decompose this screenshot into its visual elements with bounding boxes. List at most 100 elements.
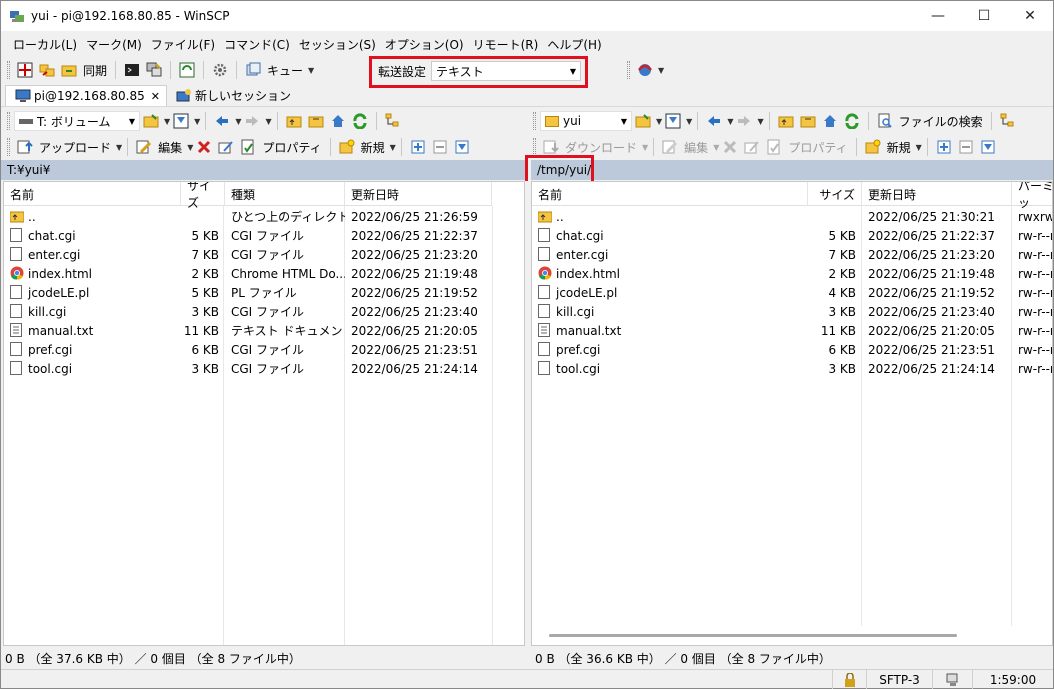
transfer-settings-select[interactable]: テキスト ▼ (431, 61, 582, 81)
local-file-row[interactable]: .. ひとつ上のディレクトリ 2022/06/25 21:26:59 (4, 207, 492, 226)
local-file-panel[interactable]: 名前^ サイズ 種類 更新日時 .. ひとつ上のディレクトリ 2022/06/25 … (3, 181, 525, 646)
local-file-row[interactable]: jcodeLE.pl 5 KB PL ファイル 2022/06/25 21:19:52 (4, 283, 492, 302)
edit-icon[interactable] (135, 138, 153, 156)
rename-icon[interactable] (743, 138, 761, 156)
forward-arrow-icon[interactable] (735, 112, 753, 130)
reconnect-dropdown-icon[interactable]: ▼ (658, 66, 664, 75)
queue-icon[interactable] (244, 61, 262, 79)
back-arrow-icon[interactable] (213, 112, 231, 130)
filter-icon[interactable] (172, 112, 190, 130)
remote-path-bar[interactable]: /tmp/yui/ (531, 160, 1053, 180)
col-type[interactable]: 種類 (225, 182, 345, 206)
remote-file-row[interactable]: manual.txt 11 KB 2022/06/25 21:20:05 rw-r--… (532, 321, 1052, 340)
filter-select-icon[interactable] (979, 138, 997, 156)
local-drive-select[interactable]: T: ボリューム ▼ (14, 111, 140, 131)
local-file-row[interactable]: tool.cgi 3 KB CGI ファイル 2022/06/25 21:24:14 (4, 359, 492, 378)
col-size[interactable]: サイズ (181, 182, 225, 210)
tree-view-icon[interactable] (384, 112, 402, 130)
menu-command[interactable]: コマンド(C) (220, 36, 295, 53)
home-icon[interactable] (329, 112, 347, 130)
open-folder-icon[interactable] (142, 112, 160, 130)
remote-file-row[interactable]: chat.cgi 5 KB 2022/06/25 21:22:37 rw-r--r (532, 226, 1052, 245)
delete-icon[interactable] (195, 138, 213, 156)
parent-dir-icon[interactable] (777, 112, 795, 130)
putty-icon[interactable] (145, 61, 163, 79)
local-file-row[interactable]: kill.cgi 3 KB CGI ファイル 2022/06/25 21:23:40 (4, 302, 492, 321)
preferences-gear-icon[interactable] (211, 61, 229, 79)
edit-button[interactable]: 編集 (684, 139, 708, 156)
local-file-row[interactable]: chat.cgi 5 KB CGI ファイル 2022/06/25 21:22:37 (4, 226, 492, 245)
new-button[interactable]: 新規 (361, 139, 385, 156)
col-modified[interactable]: 更新日時 (345, 182, 492, 206)
find-files-icon[interactable] (876, 112, 894, 130)
parent-dir-icon[interactable] (285, 112, 303, 130)
new-icon[interactable] (864, 138, 882, 156)
upload-button[interactable]: アップロード (39, 139, 111, 156)
download-icon[interactable] (542, 138, 560, 156)
rename-icon[interactable] (217, 138, 235, 156)
sync-browse-icon[interactable] (38, 61, 56, 79)
new-button[interactable]: 新規 (887, 139, 911, 156)
back-arrow-icon[interactable] (705, 112, 723, 130)
synchronize-button[interactable]: 同期 (83, 62, 107, 79)
root-dir-icon[interactable] (307, 112, 325, 130)
remote-folder-select[interactable]: yui ▼ (540, 111, 632, 131)
remote-file-row[interactable]: jcodeLE.pl 4 KB 2022/06/25 21:19:52 rw-r--r (532, 283, 1052, 302)
local-file-row[interactable]: manual.txt 11 KB テキスト ドキュメント 2022/06/25 21:… (4, 321, 492, 340)
synchronize-icon[interactable] (60, 61, 78, 79)
menu-local[interactable]: ローカル(L) (9, 36, 82, 53)
local-path-bar[interactable]: T:¥yui¥ (1, 160, 525, 180)
menu-session[interactable]: セッション(S) (295, 36, 381, 53)
menu-remote[interactable]: リモート(R) (469, 36, 544, 53)
remote-file-row[interactable]: .. 2022/06/25 21:30:21 rwxrwx (532, 207, 1052, 226)
tab-new-session[interactable]: 新しいセッション (167, 85, 297, 106)
home-icon[interactable] (821, 112, 839, 130)
filter-icon[interactable] (664, 112, 682, 130)
tree-view-icon[interactable] (999, 112, 1017, 130)
close-tab-icon[interactable]: ✕ (151, 90, 160, 103)
reconnect-icon[interactable] (636, 61, 654, 79)
minimize-button[interactable]: — (915, 1, 961, 31)
local-file-row[interactable]: pref.cgi 6 KB CGI ファイル 2022/06/25 21:23:51 (4, 340, 492, 359)
root-dir-icon[interactable] (799, 112, 817, 130)
deselect-icon[interactable] (431, 138, 449, 156)
remote-file-row[interactable]: enter.cgi 7 KB 2022/06/25 21:23:20 rw-r--r (532, 245, 1052, 264)
terminal-icon[interactable] (123, 61, 141, 79)
queue-dropdown-icon[interactable]: ▼ (308, 66, 314, 75)
open-folder-icon[interactable] (634, 112, 652, 130)
download-button[interactable]: ダウンロード (565, 139, 637, 156)
maximize-button[interactable]: ☐ (961, 1, 1007, 31)
local-file-row[interactable]: index.html 2 KB Chrome HTML Do... 2022/06/2… (4, 264, 492, 283)
local-file-row[interactable]: enter.cgi 7 KB CGI ファイル 2022/06/25 21:23:20 (4, 245, 492, 264)
remote-file-row[interactable]: tool.cgi 3 KB 2022/06/25 21:24:14 rw-r--r (532, 359, 1052, 378)
menu-file[interactable]: ファイル(F) (147, 36, 220, 53)
edit-icon[interactable] (661, 138, 679, 156)
col-permissions[interactable]: パーミッ (1012, 182, 1052, 210)
col-name[interactable]: 名前 ^ (4, 182, 181, 206)
properties-button[interactable]: プロパティ (262, 139, 321, 156)
refresh-icon[interactable] (843, 112, 861, 130)
refresh-panel-icon[interactable] (178, 61, 196, 79)
remote-file-row[interactable]: pref.cgi 6 KB 2022/06/25 21:23:51 rw-r--r (532, 340, 1052, 359)
upload-icon[interactable] (16, 138, 34, 156)
queue-button[interactable]: キュー (267, 62, 303, 79)
select-all-icon[interactable] (409, 138, 427, 156)
col-name[interactable]: 名前 (532, 182, 808, 206)
select-all-icon[interactable] (935, 138, 953, 156)
col-size[interactable]: サイズ (808, 182, 862, 206)
properties-icon[interactable] (765, 138, 783, 156)
properties-button[interactable]: プロパティ (788, 139, 847, 156)
remote-file-row[interactable]: index.html 2 KB 2022/06/25 21:19:48 rw-r--r (532, 264, 1052, 283)
filter-select-icon[interactable] (453, 138, 471, 156)
compare-dirs-icon[interactable] (16, 61, 34, 79)
forward-arrow-icon[interactable] (243, 112, 261, 130)
menu-mark[interactable]: マーク(M) (82, 36, 147, 53)
new-icon[interactable] (338, 138, 356, 156)
remote-file-panel[interactable]: 名前 サイズ 更新日時 パーミッ .. 2022/06/25 21:30:21 rw… (531, 181, 1053, 646)
delete-icon[interactable] (721, 138, 739, 156)
col-modified[interactable]: 更新日時 (862, 182, 1012, 206)
edit-button[interactable]: 編集 (158, 139, 182, 156)
remote-file-row[interactable]: kill.cgi 3 KB 2022/06/25 21:23:40 rw-r--r (532, 302, 1052, 321)
refresh-icon[interactable] (351, 112, 369, 130)
close-button[interactable]: ✕ (1007, 1, 1053, 31)
